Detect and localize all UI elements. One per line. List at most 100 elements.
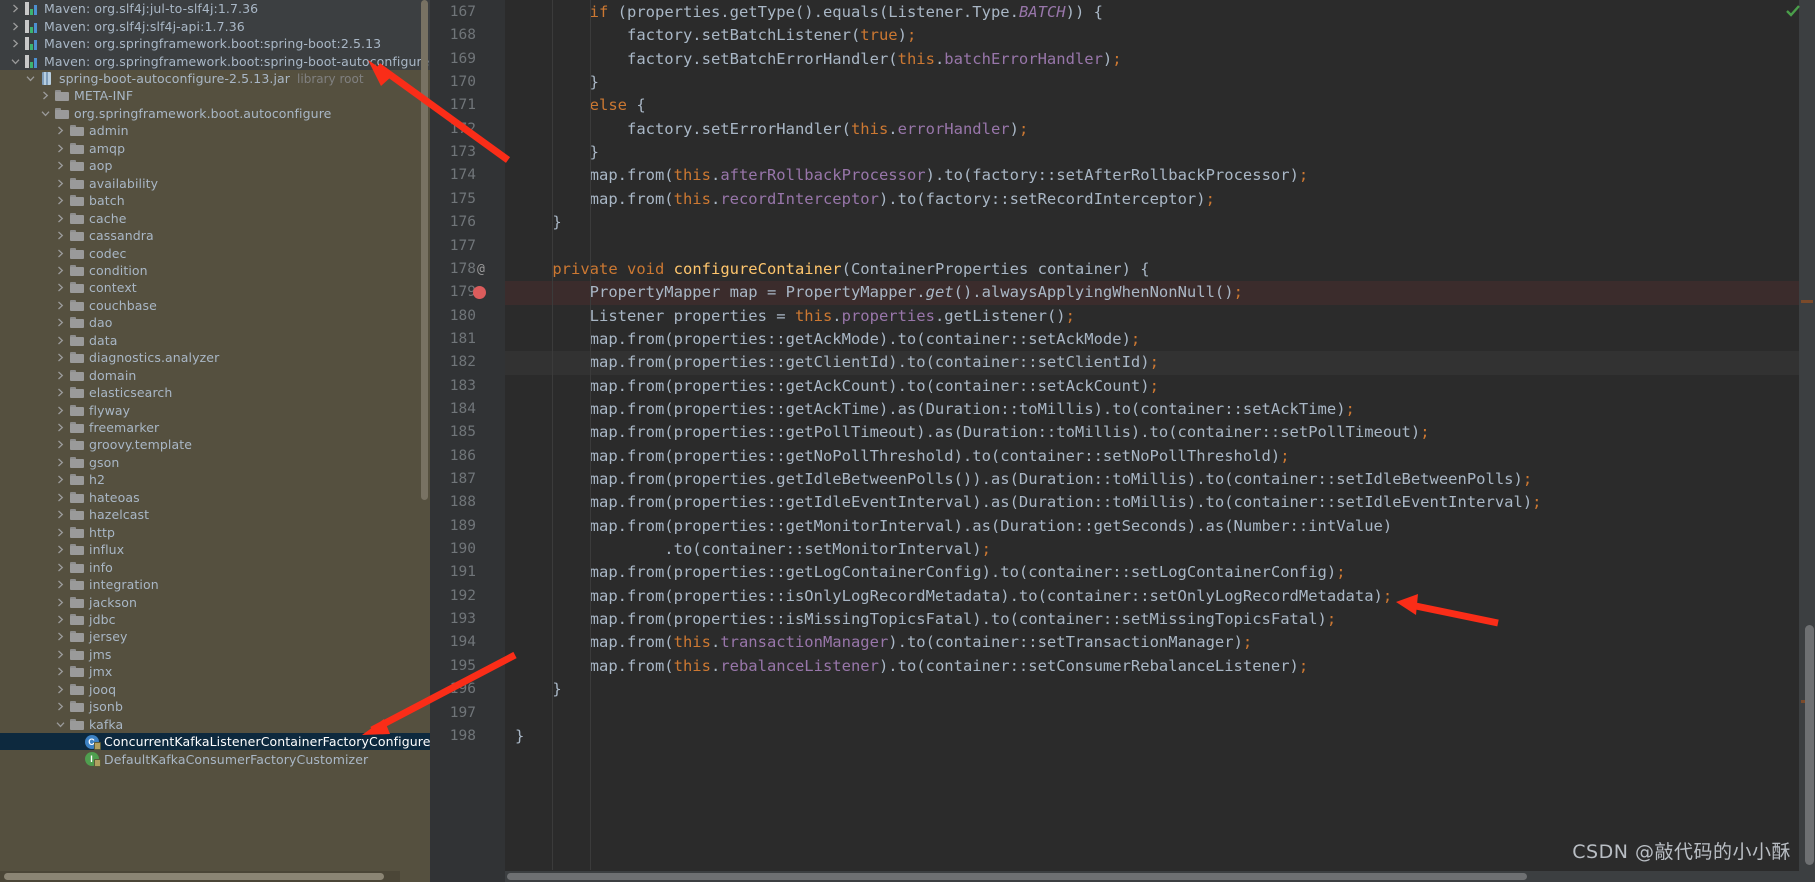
chevron-right-icon[interactable]: [53, 336, 68, 345]
project-tree-panel[interactable]: Maven: org.slf4j:jul-to-slf4j:1.7.36 Mave…: [0, 0, 430, 882]
chevron-right-icon[interactable]: [53, 126, 68, 135]
tree-item-batch[interactable]: batch: [0, 192, 430, 209]
code-line[interactable]: factory.setErrorHandler(this.errorHandle…: [505, 118, 1815, 141]
code-editor[interactable]: 167 168 169 170 171 172 173 174 175 176 177 178 @179…: [430, 0, 1815, 882]
tree-item-jms[interactable]: jms: [0, 646, 430, 663]
stripe-mark-breakpoint[interactable]: [1801, 300, 1813, 303]
chevron-right-icon[interactable]: [8, 22, 23, 31]
code-line[interactable]: map.from(properties::getMonitorInterval)…: [505, 515, 1815, 538]
chevron-right-icon[interactable]: [53, 510, 68, 519]
tree-item-jooq[interactable]: jooq: [0, 681, 430, 698]
chevron-right-icon[interactable]: [53, 301, 68, 310]
tree-item-elasticsearch[interactable]: elasticsearch: [0, 384, 430, 401]
editor-code-area[interactable]: if (properties.getType().equals(Listener…: [505, 0, 1815, 882]
tree-item-jackson[interactable]: jackson: [0, 593, 430, 610]
code-line[interactable]: map.from(properties.getIdleBetweenPolls(…: [505, 468, 1815, 491]
code-line[interactable]: }: [505, 141, 1815, 164]
tree-item-defaultkafkaconsumerfactorycustomizer[interactable]: I DefaultKafkaConsumerFactoryCustomizer: [0, 750, 430, 768]
tree-item-meta-inf[interactable]: META-INF: [0, 87, 430, 104]
chevron-right-icon[interactable]: [8, 39, 23, 48]
chevron-right-icon[interactable]: [53, 650, 68, 659]
tree-item-data[interactable]: data: [0, 332, 430, 349]
tree-item-influx[interactable]: influx: [0, 541, 430, 558]
tree-item-jersey[interactable]: jersey: [0, 628, 430, 645]
code-line[interactable]: Listener properties = this.properties.ge…: [505, 305, 1815, 328]
code-line[interactable]: map.from(properties::getClientId).to(con…: [505, 351, 1815, 374]
project-tree-horizontal-scrollbar[interactable]: [0, 871, 400, 882]
tree-item-cassandra[interactable]: cassandra: [0, 227, 430, 244]
chevron-right-icon[interactable]: [53, 493, 68, 502]
code-line[interactable]: map.from(properties::getPollTimeout).as(…: [505, 421, 1815, 444]
code-line[interactable]: map.from(properties::getAckTime).as(Dura…: [505, 398, 1815, 421]
tree-item-dao[interactable]: dao: [0, 314, 430, 331]
code-line[interactable]: factory.setBatchErrorHandler(this.batchE…: [505, 48, 1815, 71]
chevron-right-icon[interactable]: [53, 318, 68, 327]
chevron-right-icon[interactable]: [53, 685, 68, 694]
chevron-right-icon[interactable]: [53, 231, 68, 240]
tree-item-maven-org-springframework-boot-spring-boot-2-5-13[interactable]: Maven: org.springframework.boot:spring-b…: [0, 34, 430, 53]
chevron-right-icon[interactable]: [53, 632, 68, 641]
tree-item-h2[interactable]: h2: [0, 471, 430, 488]
tree-item-kafka[interactable]: kafka: [0, 715, 430, 732]
tree-item-jdbc[interactable]: jdbc: [0, 611, 430, 628]
chevron-right-icon[interactable]: [53, 580, 68, 589]
tree-item-domain[interactable]: domain: [0, 366, 430, 383]
chevron-right-icon[interactable]: [53, 667, 68, 676]
editor-error-stripe[interactable]: [1786, 0, 1815, 882]
chevron-right-icon[interactable]: [53, 249, 68, 258]
tree-item-groovy-template[interactable]: groovy.template: [0, 436, 430, 453]
tree-item-hateoas[interactable]: hateoas: [0, 489, 430, 506]
code-line[interactable]: map.from(this.transactionManager).to(con…: [505, 631, 1815, 654]
code-line[interactable]: map.from(properties::getIdleEventInterva…: [505, 491, 1815, 514]
chevron-right-icon[interactable]: [53, 563, 68, 572]
chevron-right-icon[interactable]: [53, 440, 68, 449]
code-line[interactable]: map.from(this.rebalanceListener).to(cont…: [505, 655, 1815, 678]
code-line[interactable]: map.from(properties::isMissingTopicsFata…: [505, 608, 1815, 631]
tree-item-freemarker[interactable]: freemarker: [0, 419, 430, 436]
code-line[interactable]: factory.setBatchListener(true);: [505, 24, 1815, 47]
chevron-right-icon[interactable]: [53, 196, 68, 205]
code-line[interactable]: }: [505, 211, 1815, 234]
tree-item-couchbase[interactable]: couchbase: [0, 297, 430, 314]
code-line[interactable]: [505, 235, 1815, 258]
code-line[interactable]: map.from(properties::getLogContainerConf…: [505, 561, 1815, 584]
chevron-right-icon[interactable]: [53, 423, 68, 432]
tree-item-condition[interactable]: condition: [0, 262, 430, 279]
project-tree-hscroll-thumb[interactable]: [4, 873, 384, 880]
tree-item-org-springframework-boot-autoconfigure[interactable]: org.springframework.boot.autoconfigure: [0, 105, 430, 122]
code-line[interactable]: map.from(this.afterRollbackProcessor).to…: [505, 164, 1815, 187]
tree-item-integration[interactable]: integration: [0, 576, 430, 593]
tree-item-admin[interactable]: admin: [0, 122, 430, 139]
tree-item-maven-org-slf4j-jul-to-slf4j-1-7-36[interactable]: Maven: org.slf4j:jul-to-slf4j:1.7.36: [0, 0, 430, 18]
annotation-gutter-icon[interactable]: @: [477, 258, 485, 281]
tree-item-cache[interactable]: cache: [0, 209, 430, 226]
tree-item-info[interactable]: info: [0, 558, 430, 575]
chevron-right-icon[interactable]: [53, 545, 68, 554]
chevron-down-icon[interactable]: [38, 109, 53, 118]
code-line[interactable]: }: [505, 678, 1815, 701]
chevron-right-icon[interactable]: [53, 388, 68, 397]
chevron-right-icon[interactable]: [53, 458, 68, 467]
chevron-right-icon[interactable]: [53, 406, 68, 415]
code-line[interactable]: private void configureContainer(Containe…: [505, 258, 1815, 281]
code-line[interactable]: }: [505, 725, 1815, 748]
code-line[interactable]: }: [505, 71, 1815, 94]
tree-item-hazelcast[interactable]: hazelcast: [0, 506, 430, 523]
chevron-right-icon[interactable]: [53, 528, 68, 537]
tree-item-codec[interactable]: codec: [0, 244, 430, 261]
tree-item-http[interactable]: http: [0, 524, 430, 541]
project-tree-scrollbar[interactable]: [421, 0, 428, 500]
code-line[interactable]: if (properties.getType().equals(Listener…: [505, 1, 1815, 24]
code-line[interactable]: PropertyMapper map = PropertyMapper.get(…: [505, 281, 1815, 304]
inspection-ok-checkmark-icon[interactable]: [1786, 5, 1800, 17]
chevron-down-icon[interactable]: [23, 74, 38, 83]
tree-item-maven-org-slf4j-slf4j-api-1-7-36[interactable]: Maven: org.slf4j:slf4j-api:1.7.36: [0, 17, 430, 35]
chevron-right-icon[interactable]: [53, 615, 68, 624]
tree-item-spring-boot-autoconfigure-2-5-13-jar[interactable]: spring-boot-autoconfigure-2.5.13.jar libr…: [0, 70, 430, 87]
chevron-right-icon[interactable]: [53, 475, 68, 484]
chevron-right-icon[interactable]: [53, 283, 68, 292]
chevron-right-icon[interactable]: [53, 598, 68, 607]
chevron-right-icon[interactable]: [53, 371, 68, 380]
tree-item-maven-org-springframework-boot-spring-boot-autoconfigure-2-5-13[interactable]: Maven: org.springframework.boot:spring-b…: [0, 52, 430, 70]
code-line[interactable]: map.from(properties::getAckMode).to(cont…: [505, 328, 1815, 351]
